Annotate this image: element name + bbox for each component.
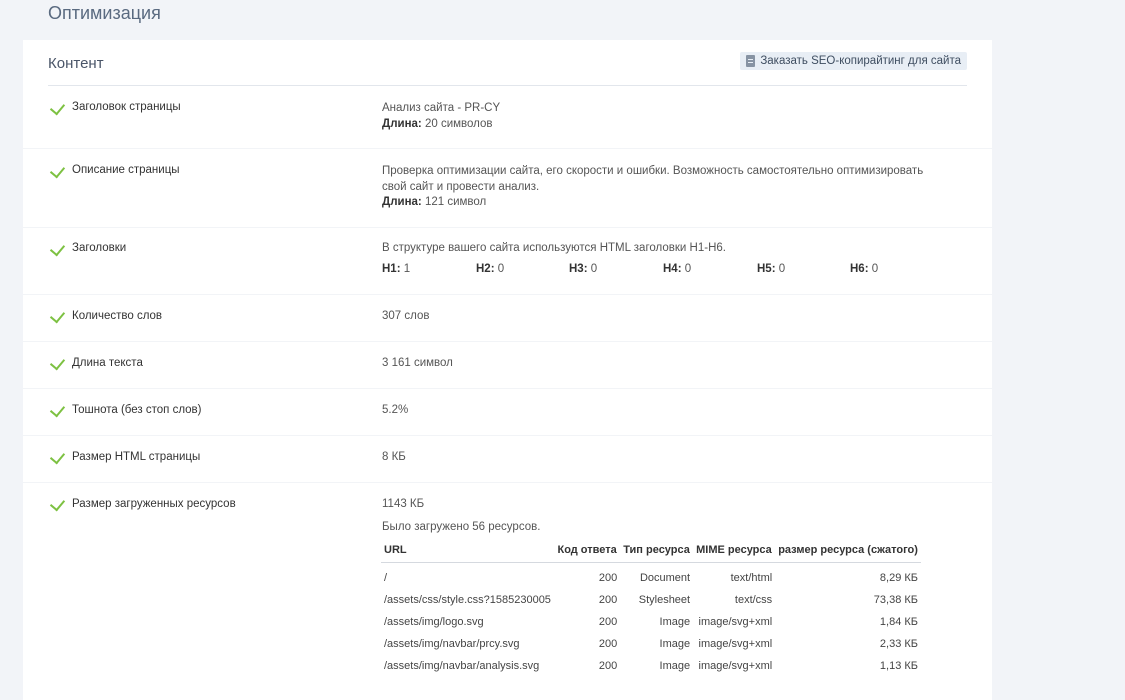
check-icon xyxy=(49,354,66,371)
cell-mime: text/css xyxy=(734,594,773,606)
content-card: Контент Заказать SEO-копирайтинг для сай… xyxy=(23,40,992,700)
cell-mime: image/svg+xml xyxy=(698,638,773,650)
order-seo-copywriting-label: Заказать SEO-копирайтинг для сайта xyxy=(760,55,961,67)
cell-code: 200 xyxy=(598,572,618,584)
check-icon xyxy=(49,99,66,116)
row-value: 5.2% xyxy=(382,404,409,416)
row-label: Длина текста xyxy=(72,357,143,369)
resources-loaded-count: Было загружено 56 ресурсов. xyxy=(382,521,541,533)
cell-url: / xyxy=(384,572,388,584)
row-label: Размер загруженных ресурсов xyxy=(72,498,236,510)
row-page-title: Заголовок страницы Анализ сайта - PR-CY … xyxy=(23,86,992,148)
table-row: /assets/css/style.css?1585230005 200 Sty… xyxy=(381,589,921,611)
order-seo-copywriting-button[interactable]: Заказать SEO-копирайтинг для сайта xyxy=(740,52,967,70)
column-header-mime[interactable]: MIME ресурса xyxy=(693,538,776,563)
row-value: Проверка оптимизации сайта, его скорости… xyxy=(382,164,942,211)
cell-code: 200 xyxy=(598,616,618,628)
row-label: Заголовки xyxy=(72,242,127,254)
resources-table[interactable]: URL Код ответа Тип ресурса MIME ресурса … xyxy=(381,538,921,677)
column-header-url[interactable]: URL xyxy=(381,538,555,563)
row-headings: Заголовки В структуре вашего сайта испол… xyxy=(23,228,992,294)
h4-count: H4: 0 xyxy=(663,263,692,275)
page-title-value: Анализ сайта - PR-CY xyxy=(382,102,501,114)
cell-type: Image xyxy=(659,660,691,672)
column-header-size[interactable]: размер ресурса (сжатого) xyxy=(775,538,921,563)
row-label: Описание страницы xyxy=(72,164,180,176)
h6-count: H6: 0 xyxy=(850,263,879,275)
page-title: Оптимизация xyxy=(48,3,161,23)
table-header-row: URL Код ответа Тип ресурса MIME ресурса … xyxy=(381,538,921,563)
cell-mime: image/svg+xml xyxy=(698,616,773,628)
table-row: /assets/img/navbar/analysis.svg 200 Imag… xyxy=(381,655,921,677)
section-title: Контент xyxy=(48,55,104,72)
table-row: /assets/img/logo.svg 200 Image image/svg… xyxy=(381,611,921,633)
length-value: 121 символ xyxy=(424,196,487,208)
h5-count: H5: 0 xyxy=(757,263,786,275)
cell-url: /assets/img/navbar/analysis.svg xyxy=(384,660,540,672)
table-row: /assets/img/navbar/prcy.svg 200 Image im… xyxy=(381,633,921,655)
check-icon xyxy=(49,307,66,324)
check-icon xyxy=(49,162,66,179)
row-value: 1143 КБ xyxy=(382,498,425,510)
cell-type: Image xyxy=(659,616,691,628)
check-icon xyxy=(49,448,66,465)
row-value: 307 слов xyxy=(382,310,430,322)
row-nausea: Тошнота (без стоп слов) 5.2% xyxy=(23,389,992,435)
cell-url: /assets/css/style.css?1585230005 xyxy=(384,594,551,606)
row-word-count: Количество слов 307 слов xyxy=(23,295,992,341)
length-label: Длина: xyxy=(382,196,422,208)
row-value: В структуре вашего сайта используются HT… xyxy=(382,242,726,254)
cell-size: 8,29 КБ xyxy=(879,572,918,584)
cell-size: 1,13 КБ xyxy=(879,660,918,672)
table-row: / 200 Document text/html 8,29 КБ xyxy=(381,563,921,590)
row-label: Тошнота (без стоп слов) xyxy=(72,404,202,416)
document-icon xyxy=(746,55,756,67)
column-header-code[interactable]: Код ответа xyxy=(554,538,621,563)
cell-code: 200 xyxy=(598,660,618,672)
resources-table-grid: URL Код ответа Тип ресурса MIME ресурса … xyxy=(381,538,921,677)
row-value: 3 161 символ xyxy=(382,357,453,369)
cell-size: 2,33 КБ xyxy=(879,638,918,650)
cell-type: Document xyxy=(639,572,691,584)
row-label: Заголовок страницы xyxy=(72,101,181,113)
row-text-length: Длина текста 3 161 символ xyxy=(23,342,992,388)
row-value: 8 КБ xyxy=(382,451,406,463)
column-header-type[interactable]: Тип ресурса xyxy=(620,538,694,563)
cell-url: /assets/img/logo.svg xyxy=(384,616,484,628)
row-label: Количество слов xyxy=(72,310,163,322)
cell-mime: text/html xyxy=(730,572,773,584)
row-html-size: Размер HTML страницы 8 КБ xyxy=(23,436,992,482)
row-label: Размер HTML страницы xyxy=(72,451,201,463)
row-page-description: Описание страницы Проверка оптимизации с… xyxy=(23,149,992,227)
cell-code: 200 xyxy=(598,594,618,606)
cell-type: Image xyxy=(659,638,691,650)
cell-size: 1,84 КБ xyxy=(879,616,918,628)
section-header: Контент Заказать SEO-копирайтинг для сай… xyxy=(48,40,967,86)
h3-count: H3: 0 xyxy=(569,263,598,275)
page-description-value: Проверка оптимизации сайта, его скорости… xyxy=(382,165,924,193)
length-label: Длина: xyxy=(382,117,422,130)
cell-type: Stylesheet xyxy=(638,594,691,606)
check-icon xyxy=(49,401,66,418)
row-value: Анализ сайта - PR-CY Длина: 20 символов xyxy=(382,101,942,132)
cell-size: 73,38 КБ xyxy=(873,594,918,606)
row-resources: Размер загруженных ресурсов 1143 КБ Было… xyxy=(23,483,992,700)
h2-count: H2: 0 xyxy=(476,263,505,275)
cell-url: /assets/img/navbar/prcy.svg xyxy=(384,638,520,650)
check-icon xyxy=(49,495,66,512)
cell-mime: image/svg+xml xyxy=(698,660,773,672)
cell-code: 200 xyxy=(598,638,618,650)
h1-count: H1: 1 xyxy=(382,263,411,275)
length-value: 20 символов xyxy=(424,117,493,130)
check-icon xyxy=(49,240,66,257)
